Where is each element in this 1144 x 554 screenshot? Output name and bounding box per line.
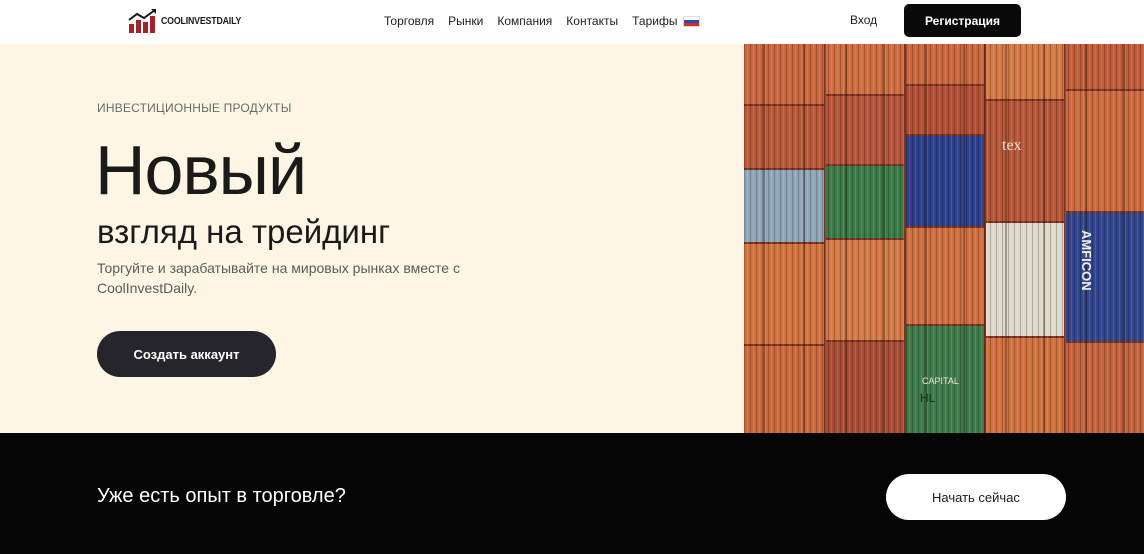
nav-item-markets[interactable]: Рынки: [448, 14, 483, 28]
containers-illustration: tex AMFICON CAPITAL HL: [744, 44, 1144, 433]
hero-section: ИНВЕСТИЦИОННЫЕ ПРОДУКТЫ Новый взгляд на …: [0, 44, 744, 433]
hero-headline: Новый: [95, 131, 307, 209]
container-label-hl: HL: [920, 391, 936, 405]
nav-item-company[interactable]: Компания: [497, 14, 552, 28]
band-text: Уже есть опыт в торговле?: [97, 485, 346, 507]
logo-text: COOLINVESTDAILY: [161, 15, 242, 27]
nav-item-pricing[interactable]: Тарифы: [632, 14, 677, 28]
container-label-tex: tex: [1002, 137, 1022, 154]
russian-flag-icon[interactable]: [683, 16, 701, 27]
logo[interactable]: COOLINVESTDAILY: [128, 8, 252, 34]
shipping-containers-image: tex AMFICON CAPITAL HL: [744, 44, 1144, 433]
logo-chart-icon: [128, 9, 156, 33]
hero-description: Торгуйте и зарабатывайте на мировых рынк…: [97, 260, 460, 296]
login-link[interactable]: Вход: [850, 13, 877, 27]
nav-item-trading[interactable]: Торговля: [384, 14, 434, 28]
hero-eyebrow: ИНВЕСТИЦИОННЫЕ ПРОДУКТЫ: [97, 101, 292, 115]
create-account-button[interactable]: Создать аккаунт: [97, 331, 276, 377]
nav-item-contacts[interactable]: Контакты: [566, 14, 618, 28]
main-nav: Торговля Рынки Компания Контакты Тарифы: [384, 12, 701, 30]
experience-band: Уже есть опыт в торговле? Начать сейчас: [0, 433, 1144, 554]
start-now-button[interactable]: Начать сейчас: [886, 474, 1066, 520]
container-label-capital: CAPITAL: [922, 376, 959, 386]
hero-subheadline: взгляд на трейдинг: [97, 213, 391, 250]
register-button[interactable]: Регистрация: [904, 4, 1021, 37]
container-label-amficon: AMFICON: [1079, 230, 1094, 291]
site-header: COOLINVESTDAILY Торговля Рынки Компания …: [0, 0, 1144, 44]
